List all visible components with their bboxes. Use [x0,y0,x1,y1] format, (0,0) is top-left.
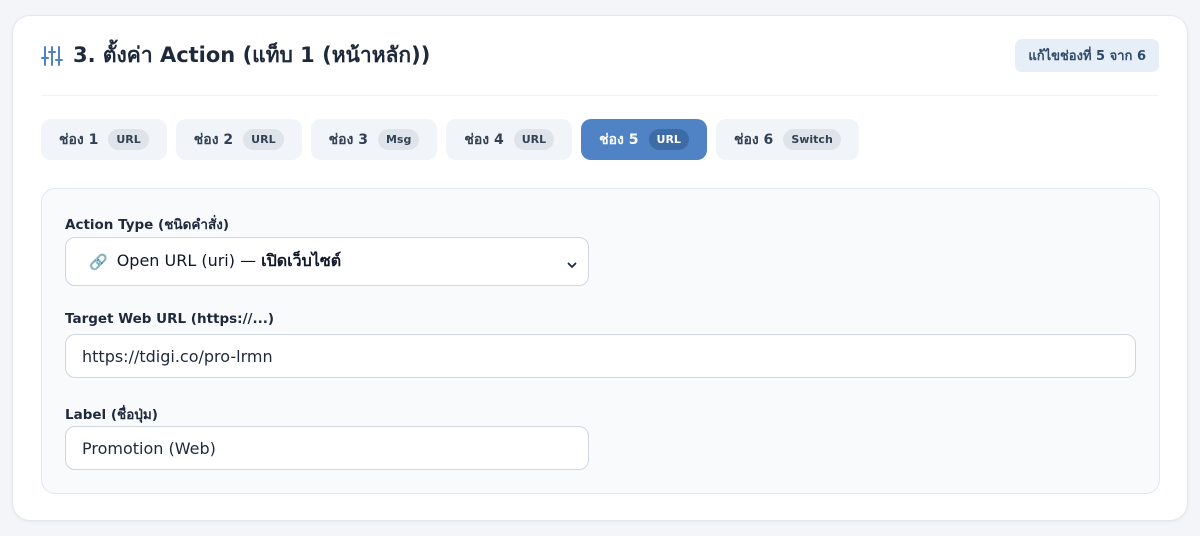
tab-type-badge: URL [243,129,284,150]
tab-type-badge: URL [648,129,689,150]
selected-prefix: Open URL (uri) — [116,251,262,270]
button-label-label: Label (ชื่อปุ่ม) [65,407,158,423]
action-type-selected-value: Open URL (uri) — เปิดเว็บไซต์ [117,249,341,274]
action-type-label: Action Type (ชนิดคำสั่ง) [65,217,229,233]
title-wrap: 3. ตั้งค่า Action (แท็บ 1 (หน้าหลัก)) [41,39,430,72]
tab-slot-4[interactable]: ช่อง 4 URL [446,119,573,160]
tab-slot-5[interactable]: ช่อง 5 URL [581,119,707,160]
tab-label: ช่อง 1 [59,131,99,148]
target-url-input[interactable] [65,334,1136,378]
tab-label: ช่อง 5 [599,131,639,148]
action-form-panel: Action Type (ชนิดคำสั่ง) 🔗 Open URL (uri… [41,188,1160,494]
tab-slot-1[interactable]: ช่อง 1 URL [41,119,167,160]
chevron-down-icon [566,256,578,275]
action-settings-card: 3. ตั้งค่า Action (แท็บ 1 (หน้าหลัก)) แก… [12,15,1188,521]
tab-label: ช่อง 2 [193,131,234,148]
tab-label: ช่อง 3 [328,131,368,148]
tab-type-badge: Msg [377,129,420,150]
tab-label: ช่อง 4 [464,131,504,148]
sliders-icon [41,45,63,67]
page-title: 3. ตั้งค่า Action (แท็บ 1 (หน้าหลัก)) [73,43,431,67]
tab-type-badge: URL [513,129,555,150]
target-url-label: Target Web URL (https://...) [65,311,274,327]
selected-suffix: เปิดเว็บไซต์ [261,251,342,270]
tab-slot-2[interactable]: ช่อง 2 URL [175,119,302,160]
card-header: 3. ตั้งค่า Action (แท็บ 1 (หน้าหลัก)) แก… [41,16,1159,96]
tab-slot-6[interactable]: ช่อง 6 Switch [715,119,859,160]
tab-type-badge: URL [108,129,149,150]
editing-slot-badge: แก้ไขช่องที่ 5 จาก 6 [1015,39,1159,72]
button-label-input[interactable] [65,426,589,470]
tab-label: ช่อง 6 [733,131,774,148]
link-icon: 🔗 [89,252,108,271]
tab-type-badge: Switch [783,129,841,150]
tab-slot-3[interactable]: ช่อง 3 Msg [310,119,438,160]
slot-tabs: ช่อง 1 URL ช่อง 2 URL ช่อง 3 Msg ช่อง 4 … [41,119,859,160]
action-type-select[interactable]: 🔗 Open URL (uri) — เปิดเว็บไซต์ [65,237,589,286]
